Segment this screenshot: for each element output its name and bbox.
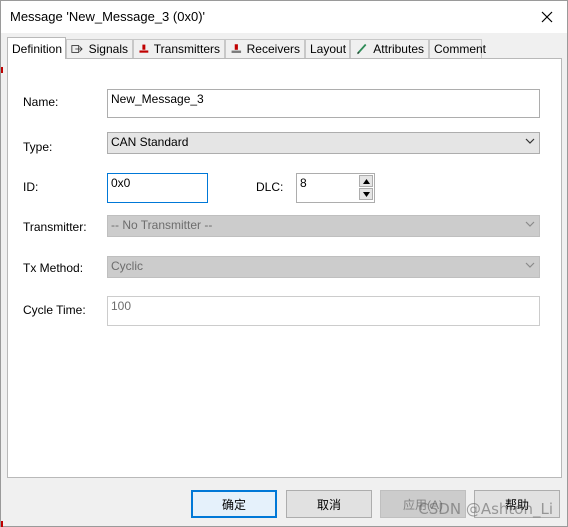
tab-signals[interactable]: Signals [66,39,133,58]
id-input[interactable]: 0x0 [107,173,208,203]
name-input[interactable]: New_Message_3 [107,89,540,118]
tx-method-label: Tx Method: [23,261,84,275]
arrow-down-icon [362,191,370,197]
tab-strip: Definition Signals Transmitters Receiver… [7,37,563,59]
help-label: 帮助 [504,497,529,512]
close-icon [541,11,553,23]
tx-method-select[interactable]: Cyclic [107,256,540,278]
tab-comment[interactable]: Comment [429,39,486,58]
cycle-time-label: Cycle Time: [23,303,86,317]
chevron-down-icon [525,262,535,268]
type-value: CAN Standard [111,135,189,149]
spin-up-button[interactable] [359,175,373,187]
name-value: New_Message_3 [111,92,204,106]
type-select[interactable]: CAN Standard [107,132,540,154]
tab-label: Comment [434,42,487,56]
background-marker [1,67,3,73]
apply-label: 应用(A) [403,497,443,512]
tab-label: Receivers [246,42,300,56]
help-button[interactable]: 帮助 [474,490,560,518]
message-dialog: Message 'New_Message_3 (0x0)' Definition… [0,0,568,527]
close-button[interactable] [527,1,567,33]
transmitter-value: -- No Transmitter -- [111,218,213,232]
tab-definition[interactable]: Definition [7,37,66,59]
cancel-label: 取消 [316,497,341,512]
id-label: ID: [23,180,39,194]
id-value: 0x0 [111,176,131,190]
tab-label: Definition [12,41,63,56]
cancel-button[interactable]: 取消 [286,490,372,518]
ok-button[interactable]: 确定 [191,490,277,518]
definition-panel: Name: New_Message_3 Type: CAN Standard I… [7,58,562,478]
tab-label: Transmitters [153,42,220,56]
dlc-label: DLC: [256,180,284,194]
tx-method-value: Cyclic [111,259,143,273]
tab-label: Attributes [373,42,424,56]
apply-button[interactable]: 应用(A) [380,490,466,518]
tab-transmitters[interactable]: Transmitters [133,39,225,58]
signals-icon [71,45,83,53]
tab-receivers[interactable]: Receivers [225,39,305,58]
cycle-time-input[interactable]: 100 [107,296,540,326]
window-title: Message 'New_Message_3 (0x0)' [10,9,205,24]
name-label: Name: [23,95,59,109]
dlc-value: 8 [300,176,307,190]
transmitter-icon [139,44,149,53]
dlc-spinner[interactable]: 8 [296,173,375,203]
chevron-down-icon [525,138,535,144]
ok-label: 确定 [221,497,246,512]
tab-label: Layout [310,42,347,56]
chevron-down-icon [525,221,535,227]
transmitter-label: Transmitter: [23,220,87,234]
spin-down-button[interactable] [359,188,373,200]
button-bar: 确定 取消 应用(A) 帮助 [1,479,567,526]
cycle-time-value: 100 [111,299,132,313]
arrow-up-icon [362,178,370,184]
tab-attributes[interactable]: Attributes [350,39,429,58]
attributes-icon [356,43,367,55]
tab-layout[interactable]: Layout [305,39,350,58]
receiver-icon [231,44,242,53]
tab-label: Signals [88,42,128,56]
transmitter-select[interactable]: -- No Transmitter -- [107,215,540,237]
title-bar: Message 'New_Message_3 (0x0)' [1,1,567,33]
type-label: Type: [23,140,53,154]
